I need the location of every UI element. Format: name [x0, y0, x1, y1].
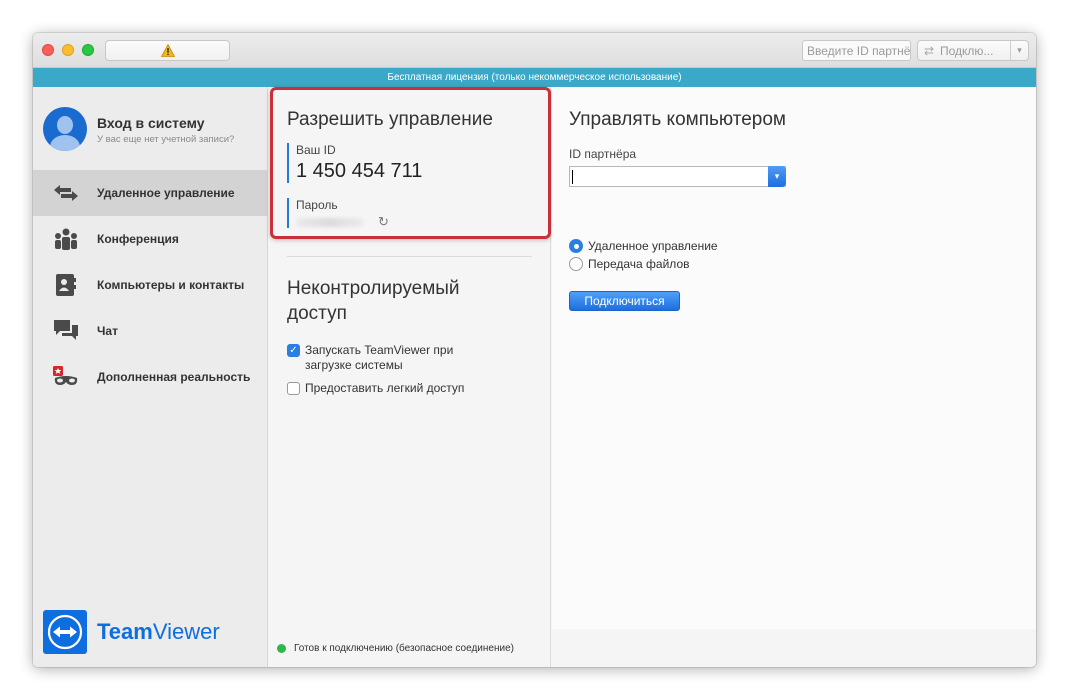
unattended-access-title: Неконтролируемый доступ	[287, 278, 460, 324]
quick-connect-button[interactable]: ⇄ Подклю... ▾	[917, 40, 1029, 61]
status-bar: Готов к подключению (безопасное соединен…	[269, 629, 1036, 667]
easy-access-option[interactable]: Предоставить легкий доступ	[287, 381, 495, 396]
sign-in-subtitle: У вас еще нет учетной записи?	[97, 134, 235, 145]
radio-file-transfer-label: Передача файлов	[588, 257, 690, 271]
radio-file-transfer[interactable]	[569, 257, 583, 271]
section-divider	[287, 256, 532, 257]
license-banner: Бесплатная лицензия (только некоммерческ…	[33, 68, 1036, 87]
radio-remote-control[interactable]	[569, 239, 583, 253]
close-window-button[interactable]	[42, 44, 54, 56]
sidebar-item-augmented-reality[interactable]: Дополненная реальность	[33, 354, 268, 400]
radio-remote-control-option[interactable]: Удаленное управление	[569, 239, 718, 253]
ar-icon	[53, 365, 79, 389]
sidebar-item-label: Удаленное управление	[97, 186, 235, 200]
arrows-icon	[53, 181, 79, 205]
quick-connect-label: Подклю...	[940, 43, 994, 58]
chevron-down-icon[interactable]: ▾	[768, 166, 786, 187]
highlight-frame	[270, 87, 551, 239]
teamviewer-wordmark: TeamViewer	[97, 619, 220, 644]
partner-id-label: ID партнёра	[569, 147, 637, 161]
people-icon	[53, 227, 79, 251]
sidebar-item-remote-control[interactable]: Удаленное управление	[33, 170, 268, 216]
sidebar-item-label: Чат	[97, 324, 118, 338]
control-remote-title: Управлять компьютером	[569, 109, 786, 130]
minimize-window-button[interactable]	[62, 44, 74, 56]
radio-file-transfer-option[interactable]: Передача файлов	[569, 257, 690, 271]
start-with-system-option[interactable]: ✓ Запускать TeamViewer при загрузке сист…	[287, 343, 495, 373]
arrows-icon: ⇄	[923, 43, 935, 58]
chevron-down-icon[interactable]: ▾	[1010, 41, 1028, 60]
status-indicator	[277, 643, 286, 653]
control-remote-panel: Управлять компьютером ID партнёра ▾ Удал…	[552, 87, 1036, 629]
teamviewer-brand: TeamViewer	[43, 610, 220, 654]
teamviewer-logo-icon	[43, 610, 87, 654]
warning-icon	[160, 44, 175, 57]
chat-icon	[53, 319, 79, 343]
sidebar-item-contacts[interactable]: Компьютеры и контакты	[33, 262, 268, 308]
maximize-window-button[interactable]	[82, 44, 94, 56]
sidebar-item-chat[interactable]: Чат	[33, 308, 268, 354]
text-caret	[572, 169, 573, 184]
avatar	[43, 107, 87, 151]
partner-id-quick-input[interactable]: Введите ID партнёра	[802, 40, 911, 61]
start-with-system-checkbox[interactable]: ✓	[287, 344, 300, 357]
teamviewer-window: Введите ID партнёра ⇄ Подклю... ▾ Беспла…	[33, 33, 1036, 667]
partner-id-input[interactable]: ▾	[569, 166, 786, 187]
easy-access-label: Предоставить легкий доступ	[305, 381, 465, 395]
allow-control-panel: Разрешить управление Ваш ID 1 450 454 71…	[269, 87, 551, 667]
title-bar: Введите ID партнёра ⇄ Подклю... ▾	[33, 33, 1036, 68]
easy-access-checkbox[interactable]	[287, 382, 300, 395]
sign-in-title: Вход в систему	[97, 115, 205, 131]
sign-in-profile[interactable]: Вход в систему У вас еще нет учетной зап…	[43, 107, 263, 155]
sidebar-item-label: Дополненная реальность	[97, 370, 251, 384]
sidebar: Вход в систему У вас еще нет учетной зап…	[33, 87, 268, 667]
connect-button[interactable]: Подключиться	[569, 291, 680, 311]
partner-id-quick-placeholder: Введите ID партнёра	[807, 43, 911, 58]
sidebar-item-meeting[interactable]: Конференция	[33, 216, 268, 262]
start-with-system-label: Запускать TeamViewer при загрузке систем…	[305, 343, 454, 372]
status-text: Готов к подключению (безопасное соединен…	[294, 642, 514, 654]
sidebar-item-label: Компьютеры и контакты	[97, 278, 245, 292]
contacts-icon	[53, 273, 79, 297]
sidebar-item-label: Конференция	[97, 232, 179, 246]
warning-button[interactable]	[105, 40, 230, 61]
radio-remote-control-label: Удаленное управление	[588, 239, 718, 253]
